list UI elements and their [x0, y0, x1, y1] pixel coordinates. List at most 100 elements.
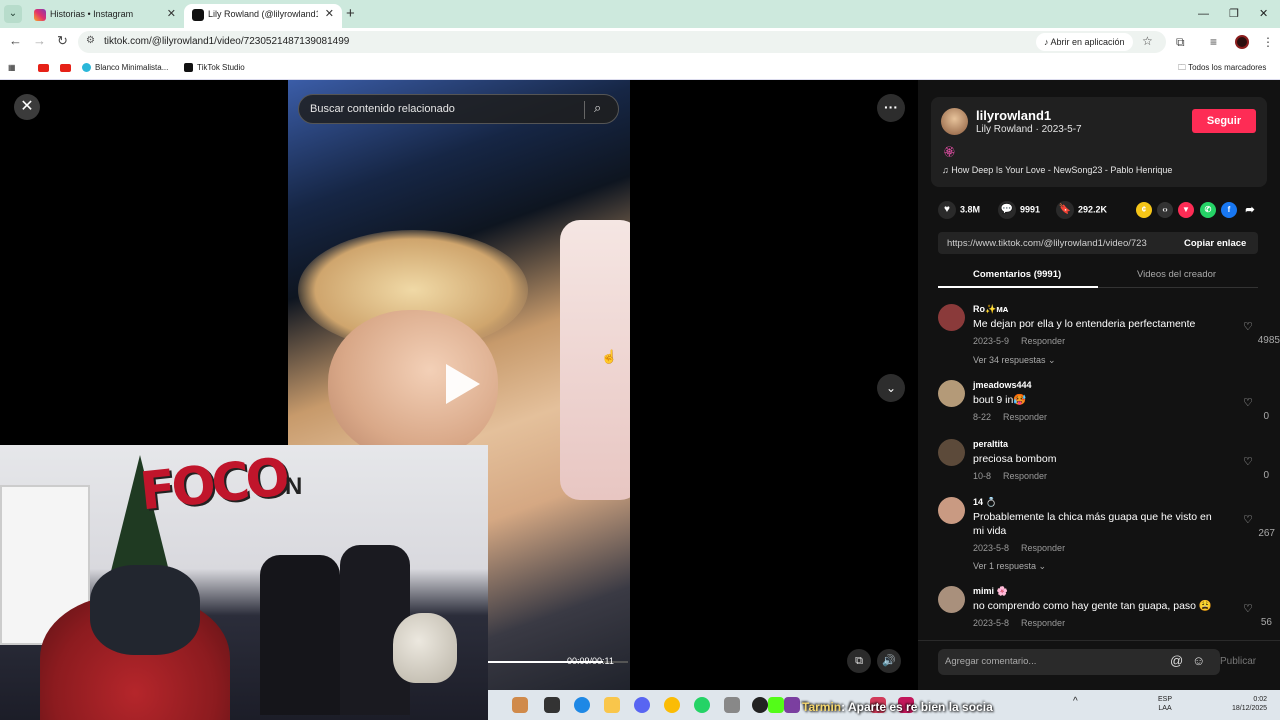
comment-input[interactable]: Agregar comentario... @ ☺ [938, 649, 1220, 675]
heart-icon[interactable]: ♡ [1243, 396, 1253, 409]
close-window-icon[interactable]: ✕ [1259, 4, 1268, 24]
reply-button[interactable]: Responder [1003, 471, 1047, 481]
comment-stat[interactable]: 💬 9991 [998, 201, 1040, 219]
reload-icon[interactable]: ↻ [57, 33, 68, 49]
tray-chevron-icon[interactable]: ^ [1073, 697, 1078, 707]
share-send-icon[interactable]: ▼ [1178, 202, 1194, 218]
comment-author[interactable]: Ro✨ᴍᴀ [973, 304, 1008, 315]
save-stat[interactable]: 🔖 292.2K [1056, 201, 1107, 219]
volume-button[interactable]: 🔊 [877, 649, 901, 673]
restore-icon[interactable]: ❐ [1229, 4, 1239, 24]
app-icon[interactable] [784, 697, 800, 713]
close-video-button[interactable]: ✕ [14, 94, 40, 120]
comment-avatar[interactable] [938, 586, 965, 613]
address-bar[interactable]: ⚙ tiktok.com/@lilyrowland1/video/7230521… [78, 31, 1166, 53]
task-view-icon[interactable] [544, 697, 560, 713]
comment-avatar[interactable] [938, 380, 965, 407]
comment-avatar[interactable] [938, 439, 965, 466]
bookmark-tiktok-studio[interactable]: TikTok Studio [184, 62, 245, 74]
comment-avatar[interactable] [938, 497, 965, 524]
copy-link-button[interactable]: Copiar enlace [1184, 238, 1246, 249]
tab-tiktok[interactable]: Lily Rowland (@lilyrowland1) | T ✕ [184, 4, 342, 28]
comment-likes: 267 [1258, 528, 1275, 539]
kick-icon[interactable] [768, 697, 784, 713]
comment-avatar[interactable] [938, 304, 965, 331]
comment-author[interactable]: peraltita [973, 439, 1008, 449]
embed-icon[interactable]: ‹› [1157, 202, 1173, 218]
edge-icon[interactable] [574, 697, 590, 713]
heart-icon[interactable]: ♡ [1243, 513, 1253, 526]
heart-icon[interactable]: ♡ [1243, 602, 1253, 615]
bookmark-canva[interactable]: Blanco Minimalista... [82, 62, 168, 74]
open-in-app-button[interactable]: ♪ Abrir en aplicación [1036, 33, 1133, 51]
creator-avatar[interactable] [941, 108, 968, 135]
tab-creator-videos[interactable]: Videos del creador [1137, 269, 1216, 280]
whatsapp-icon[interactable]: ✆ [1200, 202, 1216, 218]
extensions-icon[interactable]: ⧉ [1176, 35, 1185, 50]
comment-meta: 10-8 Responder [973, 471, 1047, 481]
ticker-message: : Aparte es re bien la socia [841, 700, 993, 714]
whatsapp-icon[interactable] [694, 697, 710, 713]
snipping-tool-icon[interactable] [724, 697, 740, 713]
site-info-icon[interactable]: ⚙ [86, 35, 95, 46]
share-coin-icon[interactable]: ¢ [1136, 202, 1152, 218]
tab-instagram[interactable]: Historias • Instagram ✕ [26, 4, 184, 28]
bookmark-youtube-2[interactable] [60, 62, 75, 74]
view-replies-button[interactable]: Ver 34 respuestas ⌄ [973, 355, 1056, 366]
view-replies-button[interactable]: Ver 1 respuesta ⌄ [973, 561, 1046, 572]
minimize-icon[interactable]: — [1198, 4, 1209, 24]
close-tab-icon[interactable]: ✕ [325, 4, 334, 24]
reply-button[interactable]: Responder [1021, 618, 1065, 628]
forward-icon[interactable]: → [33, 33, 46, 48]
more-options-button[interactable]: ··· [877, 94, 905, 122]
profile-avatar[interactable] [1235, 35, 1249, 49]
bookmark-youtube-1[interactable] [38, 62, 53, 74]
follow-button[interactable]: Seguir [1192, 109, 1256, 133]
apps-grid-icon[interactable]: ▦ [8, 62, 16, 74]
comment-list[interactable]: Ro✨ᴍᴀ Me dejan por ella y lo entenderia … [918, 290, 1280, 630]
obs-icon[interactable] [752, 697, 768, 713]
media-control-icon[interactable]: ≡ [1210, 35, 1217, 49]
emoji-icon[interactable]: ☺ [1192, 653, 1205, 668]
reply-button[interactable]: Responder [1021, 336, 1065, 346]
facebook-icon[interactable]: f [1221, 202, 1237, 218]
comment-author[interactable]: jmeadows444 [973, 380, 1032, 390]
taskbar-app-icon[interactable] [512, 697, 528, 713]
video-link-url[interactable]: https://www.tiktok.com/@lilyrowland1/vid… [947, 238, 1147, 249]
back-icon[interactable]: ← [9, 33, 22, 48]
language-indicator[interactable]: ESP LAA [1158, 695, 1172, 713]
comment-author[interactable]: 14 💍 [973, 497, 997, 508]
clock[interactable]: 0:02 18/12/2025 [1232, 695, 1267, 713]
close-tab-icon[interactable]: ✕ [167, 4, 176, 24]
tab-comments[interactable]: Comentarios (9991) [973, 269, 1061, 280]
new-tab-button[interactable]: + [346, 4, 355, 24]
share-arrow-icon[interactable]: ➦ [1242, 202, 1258, 218]
reply-button[interactable]: Responder [1003, 412, 1047, 422]
url-text[interactable]: tiktok.com/@lilyrowland1/video/723052148… [104, 36, 349, 47]
floating-player-button[interactable]: ⧉ [847, 649, 871, 673]
related-search-input[interactable]: Buscar contenido relacionado ⌕ [298, 94, 619, 124]
next-video-button[interactable]: ⌄ [877, 374, 905, 402]
play-icon[interactable] [446, 364, 480, 404]
tab-title: Historias • Instagram [50, 9, 134, 19]
reply-button[interactable]: Responder [1021, 543, 1065, 553]
comment-likes: 0 [1263, 411, 1269, 422]
mention-icon[interactable]: @ [1170, 653, 1183, 668]
heart-icon[interactable]: ♡ [1243, 455, 1253, 468]
like-stat[interactable]: ♥ 3.8M [938, 201, 980, 219]
publish-button[interactable]: Publicar [1220, 656, 1256, 667]
all-bookmarks[interactable]: 🗀 Todos los marcadores [1178, 62, 1266, 74]
chrome-icon[interactable] [664, 697, 680, 713]
creator-username[interactable]: lilyrowland1 [976, 108, 1051, 123]
search-icon[interactable]: ⌕ [594, 100, 601, 116]
music-track[interactable]: ♫ How Deep Is Your Love - NewSong23 - Pa… [942, 165, 1172, 175]
comment-author[interactable]: mimi 🌸 [973, 586, 1008, 597]
music-title: How Deep Is Your Love - NewSong23 - Pabl… [951, 165, 1173, 175]
menu-dots-icon[interactable]: ⋮ [1262, 35, 1274, 49]
file-explorer-icon[interactable] [604, 697, 620, 713]
bookmarks-bar: ▦ Blanco Minimalista... TikTok Studio 🗀 … [0, 56, 1280, 80]
discord-icon[interactable] [634, 697, 650, 713]
tab-search-icon[interactable]: ⌄ [4, 5, 22, 23]
heart-icon[interactable]: ♡ [1243, 320, 1253, 333]
bookmark-star-icon[interactable]: ☆ [1142, 34, 1153, 48]
